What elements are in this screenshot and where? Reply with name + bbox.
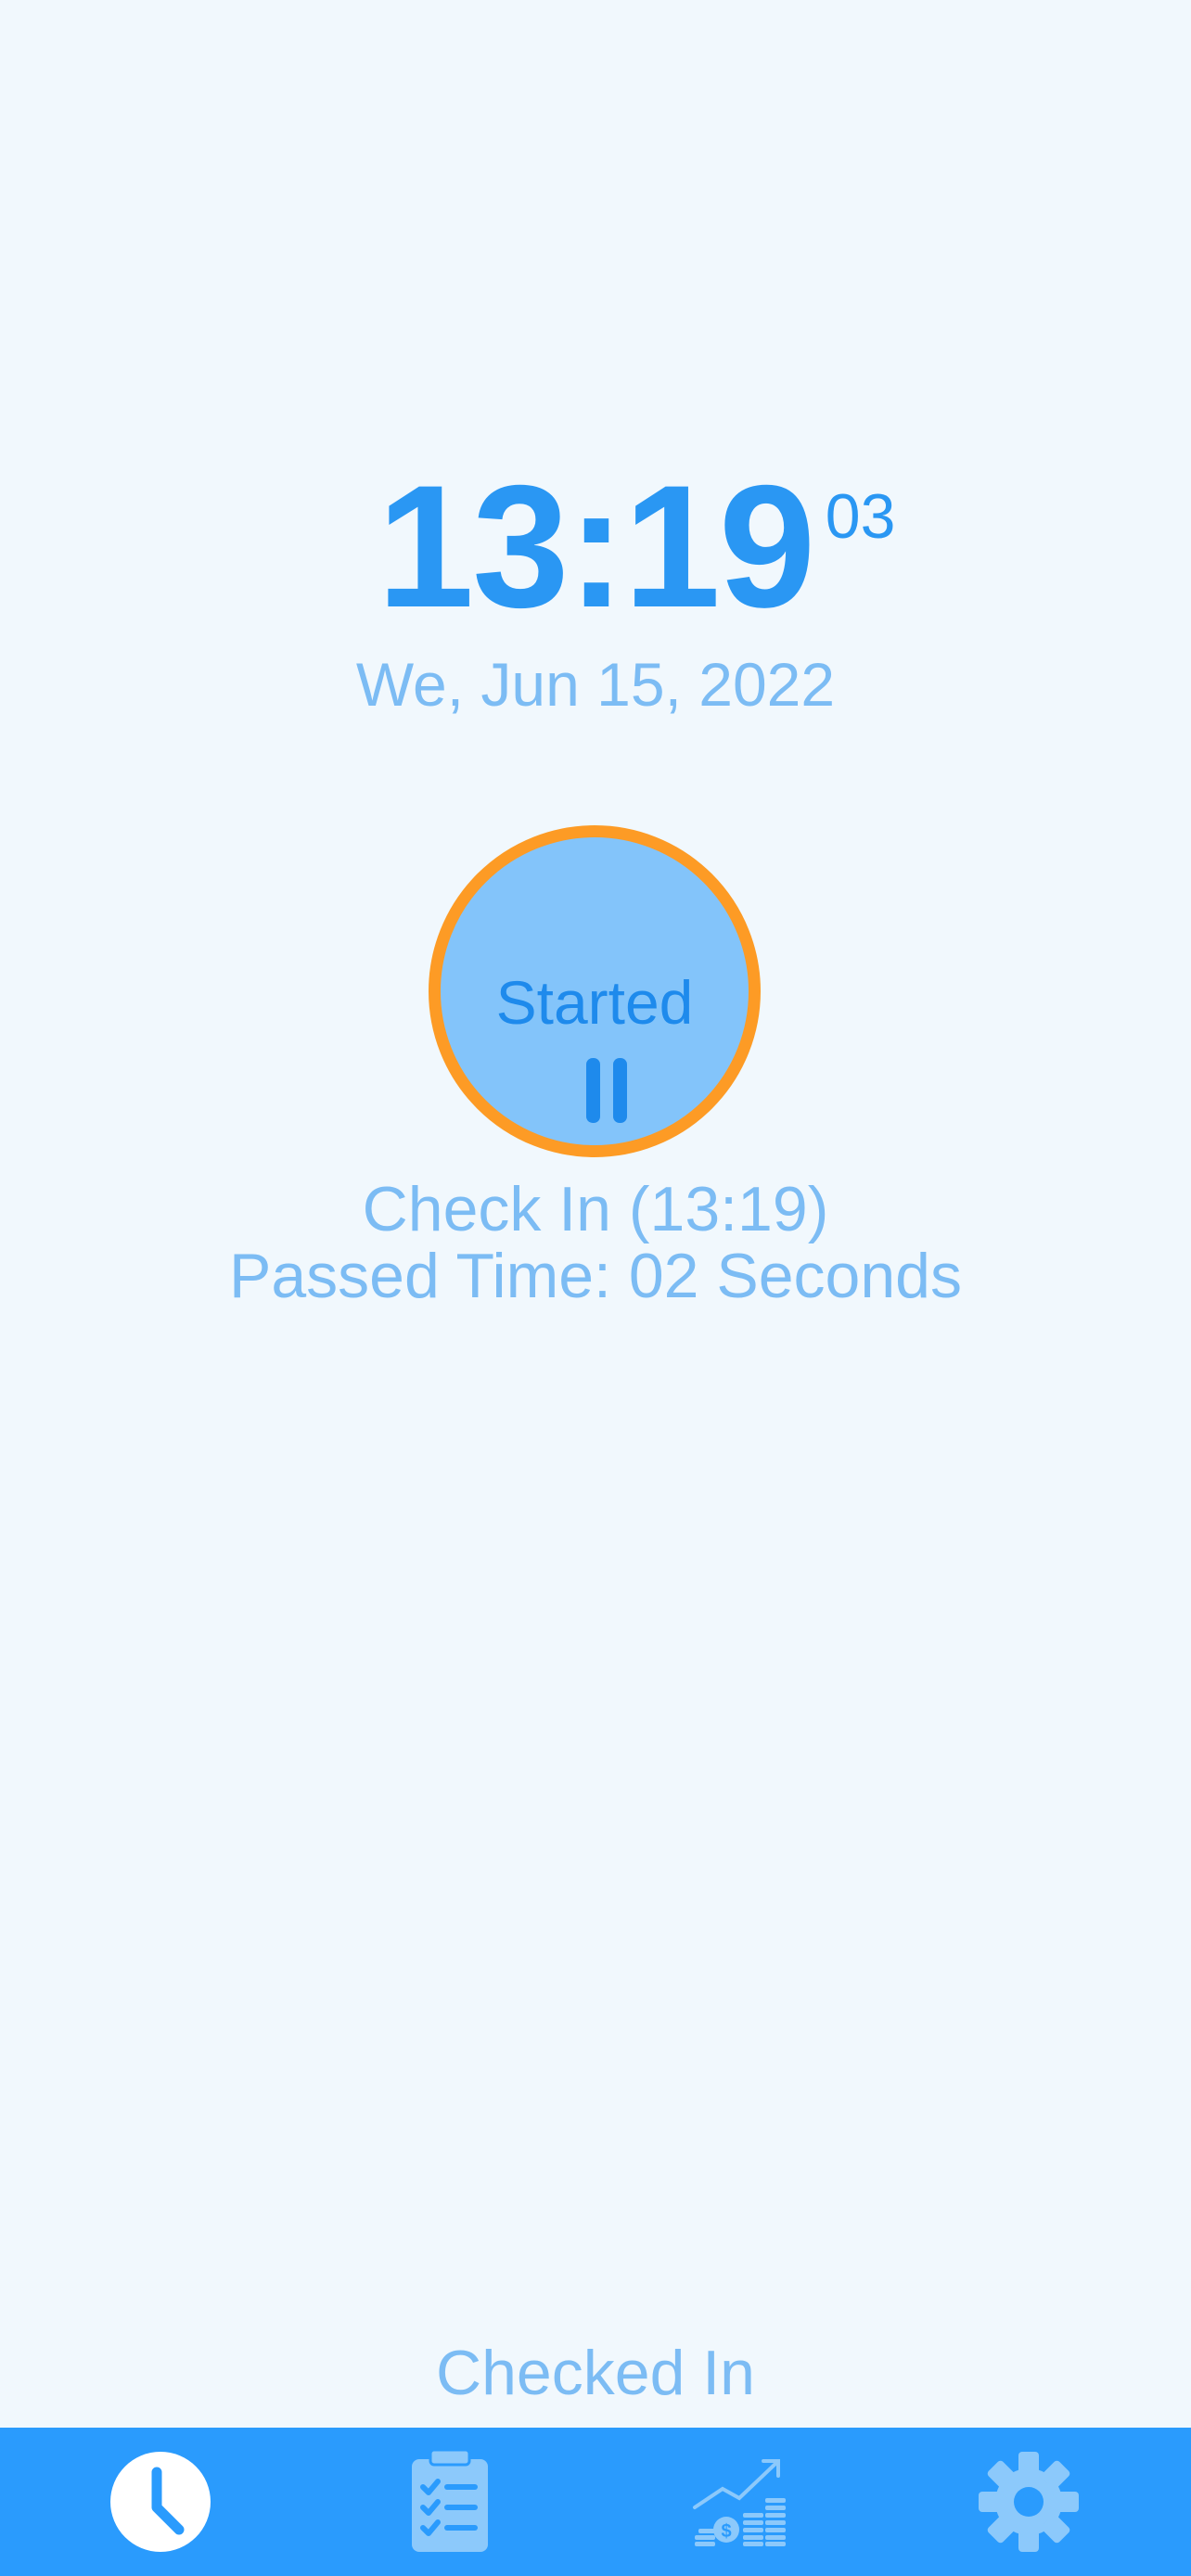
- start-button-label: Started: [495, 968, 694, 1037]
- clock-seconds: 03: [825, 481, 896, 552]
- status-label: Checked In: [436, 2338, 755, 2408]
- current-time: 13:19 03: [378, 459, 896, 633]
- tab-tasks[interactable]: [301, 2428, 598, 2576]
- tab-clock[interactable]: [11, 2428, 309, 2576]
- passed-time: Passed Time: 02 Seconds: [228, 1241, 962, 1311]
- clipboard-checklist-icon: [411, 2450, 488, 2552]
- pause-icon: [586, 1058, 627, 1123]
- clock-icon: [109, 2452, 211, 2552]
- svg-text:$: $: [721, 2521, 731, 2542]
- check-in-info: Check In (13:19) Passed Time: 02 Seconds: [0, 1176, 1191, 1309]
- clock-display: 13:19 03: [0, 459, 1191, 633]
- check-in-time: Check In (13:19): [362, 1174, 829, 1244]
- tab-settings[interactable]: [879, 2428, 1177, 2576]
- earnings-chart-icon: $: [692, 2459, 786, 2546]
- start-pause-button[interactable]: Started: [429, 825, 761, 1157]
- current-date: We, Jun 15, 2022: [355, 650, 836, 719]
- bottom-tab-bar: $: [0, 2428, 1191, 2576]
- clock-hours-minutes: 13:19: [377, 449, 816, 644]
- gear-icon: [978, 2452, 1079, 2552]
- tab-earnings[interactable]: $: [590, 2428, 888, 2576]
